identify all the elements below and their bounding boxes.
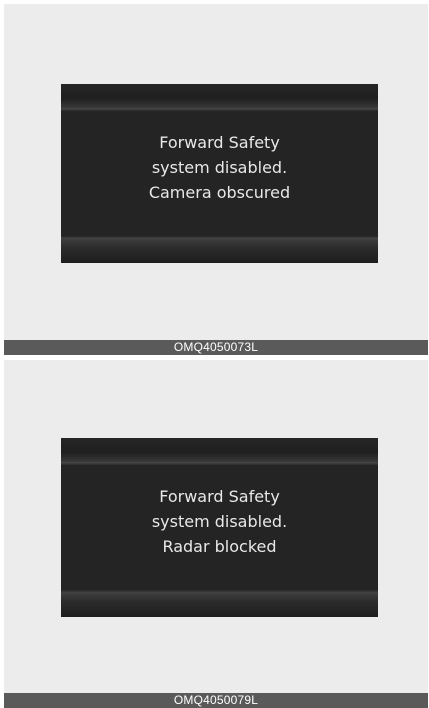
message-line: system disabled.	[151, 158, 288, 177]
figure-panel-camera: Forward Safety system disabled. Camera o…	[4, 4, 428, 341]
message-line: system disabled.	[151, 512, 288, 531]
figure-caption: OMQ4050079L	[4, 693, 428, 708]
display-top-band	[61, 84, 378, 111]
display-bottom-band	[61, 236, 378, 263]
message-line: Camera obscured	[148, 183, 291, 202]
cluster-display-screen: Forward Safety system disabled. Camera o…	[61, 84, 378, 263]
cluster-display-screen: Forward Safety system disabled. Radar bl…	[61, 438, 378, 617]
figure-caption: OMQ4050073L	[4, 340, 428, 355]
message-line: Forward Safety	[159, 133, 280, 152]
message-line: Forward Safety	[159, 487, 280, 506]
display-top-band	[61, 438, 378, 465]
warning-message: Forward Safety system disabled. Radar bl…	[61, 484, 378, 559]
message-line: Radar blocked	[162, 537, 277, 556]
display-bottom-band	[61, 590, 378, 617]
warning-message: Forward Safety system disabled. Camera o…	[61, 130, 378, 205]
figure-panel-radar: Forward Safety system disabled. Radar bl…	[4, 360, 428, 693]
